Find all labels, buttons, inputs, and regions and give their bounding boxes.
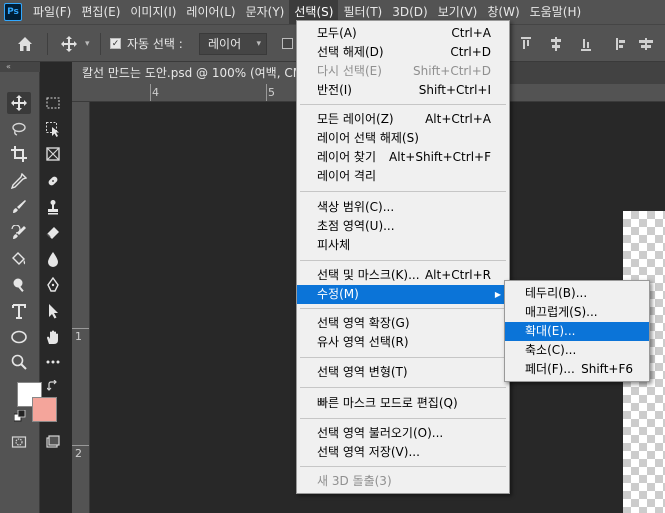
menu-separator bbox=[300, 387, 506, 388]
menu-item-focus-area[interactable]: 초점 영역(U)... bbox=[297, 217, 509, 236]
auto-select-label: 자동 선택 : bbox=[127, 37, 183, 51]
menu-item-save-selection[interactable]: 선택 영역 저장(V)... bbox=[297, 443, 509, 462]
menu-separator bbox=[300, 357, 506, 358]
menu-item-modify[interactable]: 수정(M) ▶ bbox=[297, 285, 509, 304]
hand-tool-icon[interactable] bbox=[41, 326, 65, 348]
type-tool-icon[interactable] bbox=[7, 300, 31, 322]
menu-item-find-layers[interactable]: 레이어 찾기 Alt+Shift+Ctrl+F bbox=[297, 148, 509, 167]
show-transform-checkbox[interactable] bbox=[282, 25, 293, 62]
submenu-item-border[interactable]: 테두리(B)... bbox=[505, 284, 649, 303]
document-tab[interactable]: 칼선 만드는 도안.psd @ 100% (여백, CM bbox=[72, 62, 302, 84]
ruler-vertical[interactable]: 1 2 bbox=[72, 102, 90, 513]
menu-separator bbox=[300, 308, 506, 309]
paint-bucket-icon[interactable] bbox=[7, 248, 31, 270]
submenu-item-expand[interactable]: 확대(E)... bbox=[505, 322, 649, 341]
menu-item-all[interactable]: 모두(A) Ctrl+A bbox=[297, 24, 509, 43]
menu-separator bbox=[300, 260, 506, 261]
menu-item-inverse[interactable]: 반전(I) Shift+Ctrl+I bbox=[297, 81, 509, 100]
auto-select-target-value: 레이어 bbox=[208, 37, 242, 51]
move-tool-icon[interactable] bbox=[7, 92, 31, 114]
more-tools-icon[interactable] bbox=[41, 351, 65, 373]
menu-edit[interactable]: 편집(E) bbox=[76, 0, 125, 24]
dodge-tool-icon[interactable] bbox=[7, 274, 31, 296]
ruler-label: 2 bbox=[75, 447, 82, 460]
brush-tool-icon[interactable] bbox=[7, 196, 31, 218]
ruler-tick bbox=[72, 445, 89, 446]
eyedropper-icon[interactable] bbox=[7, 170, 31, 192]
home-icon[interactable] bbox=[16, 25, 34, 62]
menu-item-transform-selection[interactable]: 선택 영역 변형(T) bbox=[297, 363, 509, 382]
modify-submenu: 테두리(B)... 매끄럽게(S)... 확대(E)... 축소(C)... 페… bbox=[504, 280, 650, 382]
photoshop-logo-icon: Ps bbox=[4, 3, 22, 21]
ruler-label: 4 bbox=[152, 86, 159, 99]
submenu-item-smooth[interactable]: 매끄럽게(S)... bbox=[505, 303, 649, 322]
preset-chevron-down-icon[interactable]: ▾ bbox=[85, 25, 90, 62]
menu-separator bbox=[300, 191, 506, 192]
ruler-tick bbox=[150, 84, 151, 101]
clone-stamp-icon[interactable] bbox=[41, 196, 65, 218]
collapse-panel-icon[interactable]: « bbox=[0, 62, 40, 72]
quick-mask-icon[interactable] bbox=[7, 431, 31, 453]
submenu-arrow-icon: ▶ bbox=[494, 290, 501, 299]
ruler-tick bbox=[72, 328, 89, 329]
menu-image[interactable]: 이미지(I) bbox=[125, 0, 181, 24]
history-brush-icon[interactable] bbox=[7, 222, 31, 244]
ruler-label: 5 bbox=[268, 86, 275, 99]
select-menu-dropdown: 모두(A) Ctrl+A 선택 해제(D) Ctrl+D 다시 선택(E) Shift… bbox=[296, 20, 510, 494]
menu-item-new-3d-extrusion[interactable]: 새 3D 돌출(3) bbox=[297, 472, 509, 491]
menu-item-deselect-layers[interactable]: 레이어 선택 해제(S) bbox=[297, 129, 509, 148]
menu-item-color-range[interactable]: 색상 범위(C)... bbox=[297, 198, 509, 217]
ruler-label: 1 bbox=[75, 330, 82, 343]
rectangular-marquee-icon[interactable] bbox=[41, 92, 65, 114]
ruler-tick bbox=[266, 84, 267, 101]
ellipse-tool-icon[interactable] bbox=[7, 326, 31, 348]
pen-tool-icon[interactable] bbox=[41, 274, 65, 296]
menu-item-all-layers[interactable]: 모든 레이어(Z) Alt+Ctrl+A bbox=[297, 110, 509, 129]
submenu-item-contract[interactable]: 축소(C)... bbox=[505, 341, 649, 360]
menu-item-grow[interactable]: 선택 영역 확장(G) bbox=[297, 314, 509, 333]
menu-separator bbox=[300, 104, 506, 105]
chevron-down-icon: ▾ bbox=[256, 39, 261, 49]
auto-select-target-dropdown[interactable]: 레이어 ▾ bbox=[199, 33, 267, 55]
menu-layer[interactable]: 레이어(L) bbox=[181, 0, 240, 24]
menu-item-isolate-layers[interactable]: 레이어 격리 bbox=[297, 167, 509, 186]
menu-separator bbox=[300, 466, 506, 467]
menu-item-quick-mask[interactable]: 빠른 마스크 모드로 편집(Q) bbox=[297, 394, 509, 413]
background-color-swatch[interactable] bbox=[32, 397, 57, 422]
menu-item-deselect[interactable]: 선택 해제(D) Ctrl+D bbox=[297, 43, 509, 62]
options-divider bbox=[47, 33, 48, 55]
swap-colors-icon[interactable] bbox=[46, 379, 59, 392]
auto-select-checkbox[interactable]: ✓ bbox=[110, 25, 121, 62]
blur-tool-icon[interactable] bbox=[41, 248, 65, 270]
menu-item-subject[interactable]: 피사체 bbox=[297, 236, 509, 255]
move-tool-preset-icon[interactable] bbox=[60, 25, 78, 62]
menu-item-load-selection[interactable]: 선택 영역 불러오기(O)... bbox=[297, 424, 509, 443]
menu-item-reselect[interactable]: 다시 선택(E) Shift+Ctrl+D bbox=[297, 62, 509, 81]
zoom-tool-icon[interactable] bbox=[7, 351, 31, 373]
options-divider bbox=[100, 33, 101, 55]
menu-item-select-and-mask[interactable]: 선택 및 마스크(K)... Alt+Ctrl+R bbox=[297, 266, 509, 285]
submenu-item-feather[interactable]: 페더(F)... Shift+F6 bbox=[505, 360, 649, 379]
menu-separator bbox=[300, 418, 506, 419]
path-selection-icon[interactable] bbox=[41, 300, 65, 322]
lasso-icon[interactable] bbox=[7, 118, 31, 140]
healing-brush-icon[interactable] bbox=[41, 170, 65, 192]
default-colors-icon[interactable] bbox=[13, 409, 28, 424]
eraser-icon[interactable] bbox=[41, 222, 65, 244]
checkmark-icon: ✓ bbox=[110, 38, 121, 49]
menu-item-similar[interactable]: 유사 영역 선택(R) bbox=[297, 333, 509, 352]
menu-help[interactable]: 도움말(H) bbox=[525, 0, 587, 24]
screen-mode-icon[interactable] bbox=[41, 431, 65, 453]
menu-type[interactable]: 문자(Y) bbox=[241, 0, 290, 24]
crop-tool-icon[interactable] bbox=[7, 143, 31, 165]
menu-file[interactable]: 파일(F) bbox=[28, 0, 76, 24]
align-icons bbox=[521, 25, 661, 62]
frame-tool-icon[interactable] bbox=[41, 143, 65, 165]
object-selection-icon[interactable] bbox=[41, 118, 65, 140]
